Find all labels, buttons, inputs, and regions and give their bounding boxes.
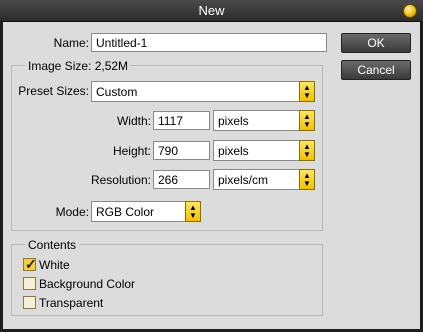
height-unit-select[interactable]: pixels ▲ ▼ [213, 140, 315, 161]
preset-sizes-select[interactable]: Custom ▲ ▼ [91, 81, 315, 102]
select-arrows-icon: ▲ ▼ [299, 169, 315, 190]
new-document-dialog: New Name: Untitled-1 OK Cancel Image Siz… [0, 0, 423, 332]
white-checkbox[interactable]: ✓ [23, 256, 37, 272]
mode-select[interactable]: RGB Color ▲ ▼ [91, 201, 201, 222]
select-arrows-icon: ▲ ▼ [185, 201, 201, 222]
white-option-label[interactable]: White [39, 258, 70, 272]
select-arrows-icon: ▲ ▼ [299, 110, 315, 131]
height-unit-value: pixels [218, 144, 249, 158]
transparent-checkbox[interactable] [23, 296, 36, 309]
ok-button[interactable]: OK [341, 33, 411, 53]
select-arrows-icon: ▲ ▼ [299, 81, 315, 102]
width-unit-select[interactable]: pixels ▲ ▼ [213, 110, 315, 131]
select-arrows-icon: ▲ ▼ [299, 140, 315, 161]
resolution-label: Resolution: [90, 173, 151, 187]
cancel-button[interactable]: Cancel [341, 60, 411, 80]
mode-value: RGB Color [96, 205, 155, 219]
dialog-body: Name: Untitled-1 OK Cancel Image Size: 2… [3, 22, 420, 329]
background-color-checkbox[interactable] [23, 277, 36, 290]
width-label: Width: [116, 114, 151, 128]
image-size-label: Image Size: 2,52M [25, 59, 132, 73]
transparent-option-label[interactable]: Transparent [39, 296, 103, 310]
mode-label: Mode: [55, 205, 89, 219]
height-input[interactable]: 790 [153, 141, 210, 160]
preset-sizes-value: Custom [96, 85, 138, 99]
resolution-unit-select[interactable]: pixels/cm ▲ ▼ [213, 169, 315, 190]
resolution-input[interactable]: 266 [153, 170, 210, 189]
height-label: Height: [112, 144, 151, 158]
checkmark-icon: ✓ [25, 256, 37, 272]
width-input[interactable]: 1117 [153, 111, 210, 130]
name-input[interactable]: Untitled-1 [91, 33, 327, 52]
contents-label: Contents [25, 238, 80, 252]
background-color-option-label[interactable]: Background Color [39, 277, 135, 291]
title-bar[interactable]: New [0, 0, 423, 22]
width-unit-value: pixels [218, 114, 249, 128]
name-label: Name: [53, 36, 89, 50]
resolution-unit-value: pixels/cm [218, 173, 269, 187]
zoom-button-icon[interactable] [403, 4, 417, 18]
dialog-title: New [198, 3, 225, 18]
preset-sizes-label: Preset Sizes: [18, 84, 89, 98]
